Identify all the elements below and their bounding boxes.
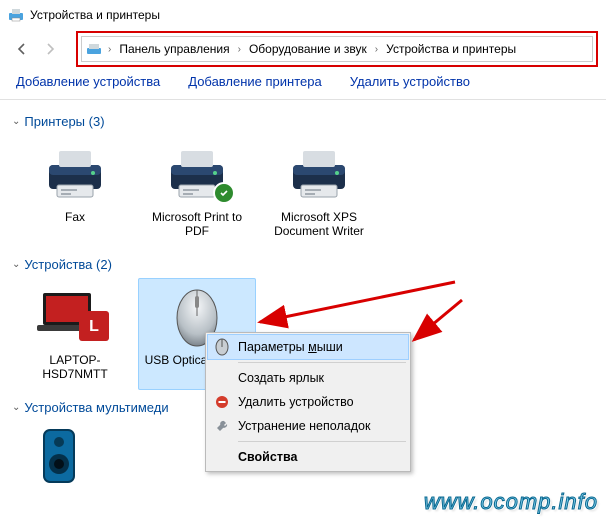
device-fax[interactable]: Fax	[16, 135, 134, 247]
menu-properties[interactable]: Свойства	[208, 445, 408, 469]
chevron-right-icon: ›	[236, 44, 243, 55]
group-title: Устройства (2)	[24, 257, 112, 272]
menu-label: Свойства	[238, 450, 400, 464]
context-menu: Параметры мыши Создать ярлык Удалить уст…	[205, 332, 411, 472]
breadcrumb-seg-1[interactable]: Оборудование и звук	[247, 42, 369, 56]
menu-remove-device[interactable]: Удалить устройство	[208, 390, 408, 414]
back-button[interactable]	[8, 35, 36, 63]
device-label: Microsoft XPS Document Writer	[263, 206, 375, 238]
delete-icon	[212, 392, 232, 412]
add-printer-link[interactable]: Добавление принтера	[188, 74, 321, 89]
breadcrumb-seg-0[interactable]: Панель управления	[117, 42, 231, 56]
breadcrumb-highlight-box: › Панель управления › Оборудование и зву…	[76, 31, 598, 67]
menu-label: Устранение неполадок	[238, 419, 400, 433]
device-label: Microsoft Print to PDF	[141, 206, 253, 238]
breadcrumb-seg-2[interactable]: Устройства и принтеры	[384, 42, 518, 56]
printer-icon	[141, 142, 253, 206]
devices-printers-icon	[8, 7, 24, 23]
group-header-printers[interactable]: ⌄ Принтеры (3)	[8, 108, 598, 131]
speaker-icon	[19, 428, 99, 484]
forward-button[interactable]	[36, 35, 64, 63]
breadcrumb[interactable]: › Панель управления › Оборудование и зву…	[81, 36, 593, 62]
menu-separator	[238, 441, 406, 442]
chevron-down-icon: ⌄	[12, 116, 20, 127]
printer-icon	[263, 142, 375, 206]
svg-text:L: L	[89, 318, 99, 335]
menu-troubleshoot[interactable]: Устранение неполадок	[208, 414, 408, 438]
group-title: Принтеры (3)	[24, 114, 104, 129]
laptop-icon: L	[19, 285, 131, 349]
chevron-down-icon: ⌄	[12, 402, 20, 413]
control-panel-icon	[86, 41, 102, 57]
device-laptop[interactable]: L LAPTOP-HSD7NMTT	[16, 278, 134, 390]
add-device-link[interactable]: Добавление устройства	[16, 74, 160, 89]
menu-mouse-settings[interactable]: Параметры мыши	[207, 334, 409, 360]
wrench-icon	[212, 416, 232, 436]
chevron-right-icon: ›	[106, 44, 113, 55]
menu-label: Параметры мыши	[238, 340, 400, 354]
device-multimedia-item[interactable]	[16, 421, 102, 493]
mouse-small-icon	[212, 337, 232, 357]
window-titlebar: Устройства и принтеры	[0, 0, 606, 30]
device-ms-print-to-pdf[interactable]: Microsoft Print to PDF	[138, 135, 256, 247]
window-title: Устройства и принтеры	[30, 8, 160, 22]
default-check-icon	[213, 182, 235, 204]
group-header-devices[interactable]: ⌄ Устройства (2)	[8, 251, 598, 274]
menu-label: Удалить устройство	[238, 395, 400, 409]
chevron-right-icon: ›	[373, 44, 380, 55]
menu-create-shortcut[interactable]: Создать ярлык	[208, 366, 408, 390]
menu-separator	[238, 362, 406, 363]
group-title: Устройства мультимеди	[24, 400, 168, 415]
chevron-down-icon: ⌄	[12, 259, 20, 270]
device-label: Fax	[19, 206, 131, 224]
command-bar: Добавление устройства Добавление принтер…	[0, 68, 606, 100]
printers-row: Fax Microsoft Print to PDF	[8, 131, 598, 251]
menu-label: Создать ярлык	[238, 371, 400, 385]
nav-row: › Панель управления › Оборудование и зву…	[0, 30, 606, 68]
device-ms-xps-writer[interactable]: Microsoft XPS Document Writer	[260, 135, 378, 247]
watermark: www.ocomp.info	[424, 489, 598, 515]
remove-device-link[interactable]: Удалить устройство	[350, 74, 470, 89]
device-label: LAPTOP-HSD7NMTT	[19, 349, 131, 381]
printer-icon	[19, 142, 131, 206]
